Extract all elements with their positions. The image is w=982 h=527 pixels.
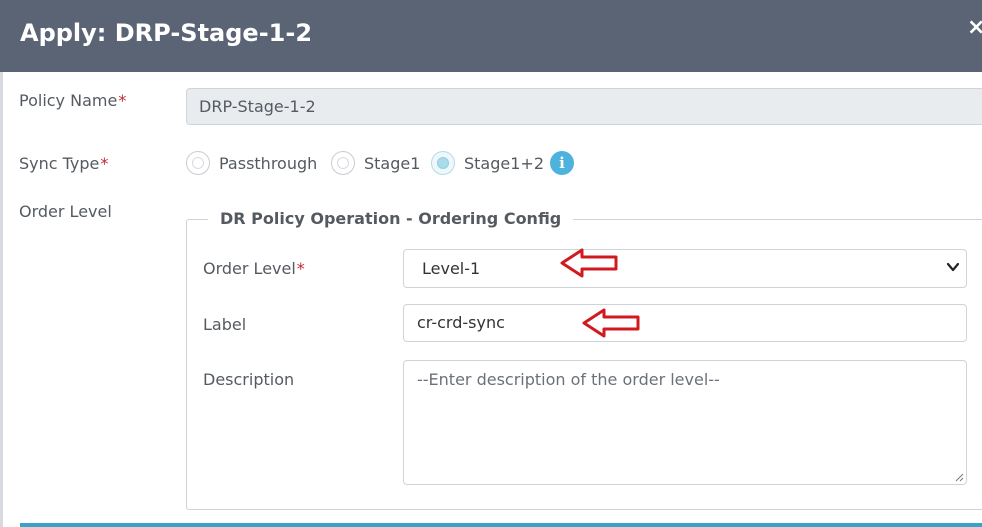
radio-stage1-2[interactable]: Stage1+2 [431,151,544,175]
radio-passthrough[interactable]: Passthrough [186,151,317,175]
radio-button-checked[interactable] [431,151,455,175]
sync-type-label-text: Sync Type [19,154,100,173]
ordering-config-legend: DR Policy Operation - Ordering Config [208,209,574,228]
left-edge-strip [0,0,3,527]
order-level-label: Order Level* [203,259,305,278]
radio-button[interactable] [186,151,210,175]
red-arrow-annotation [582,308,640,338]
required-marker: * [296,259,305,278]
sync-type-label: Sync Type* [19,154,108,173]
radio-stage1[interactable]: Stage1 [331,151,420,175]
policy-name-label: Policy Name* [19,91,126,110]
red-arrow-annotation [560,248,618,278]
order-level-section-label: Order Level [19,202,112,221]
radio-label: Stage1 [364,153,421,173]
resize-handle-icon[interactable] [954,472,964,482]
description-label: Description [203,370,295,389]
dialog-header: Apply: DRP-Stage-1-2 × [0,0,982,72]
order-level-label-text: Order Level [203,259,296,278]
radio-button[interactable] [331,151,355,175]
policy-name-label-text: Policy Name [19,91,118,110]
required-marker: * [100,154,109,173]
radio-label: Stage1+2 [464,153,544,173]
close-icon[interactable]: × [967,17,982,39]
description-placeholder: --Enter description of the order level-- [417,370,720,389]
label-field-label: Label [203,315,247,334]
order-level-select[interactable]: Level-1 [403,249,967,288]
required-marker: * [118,91,127,110]
chevron-down-icon [946,262,960,272]
label-input[interactable]: cr-crd-sync [403,304,967,342]
order-level-selected-value: Level-1 [422,259,481,278]
footer-divider [20,523,982,527]
description-textarea[interactable]: --Enter description of the order level-- [403,360,967,485]
dialog-title: Apply: DRP-Stage-1-2 [20,19,313,47]
info-icon[interactable]: i [550,151,574,175]
policy-name-field[interactable]: DRP-Stage-1-2 [186,88,982,125]
radio-label: Passthrough [219,153,318,173]
